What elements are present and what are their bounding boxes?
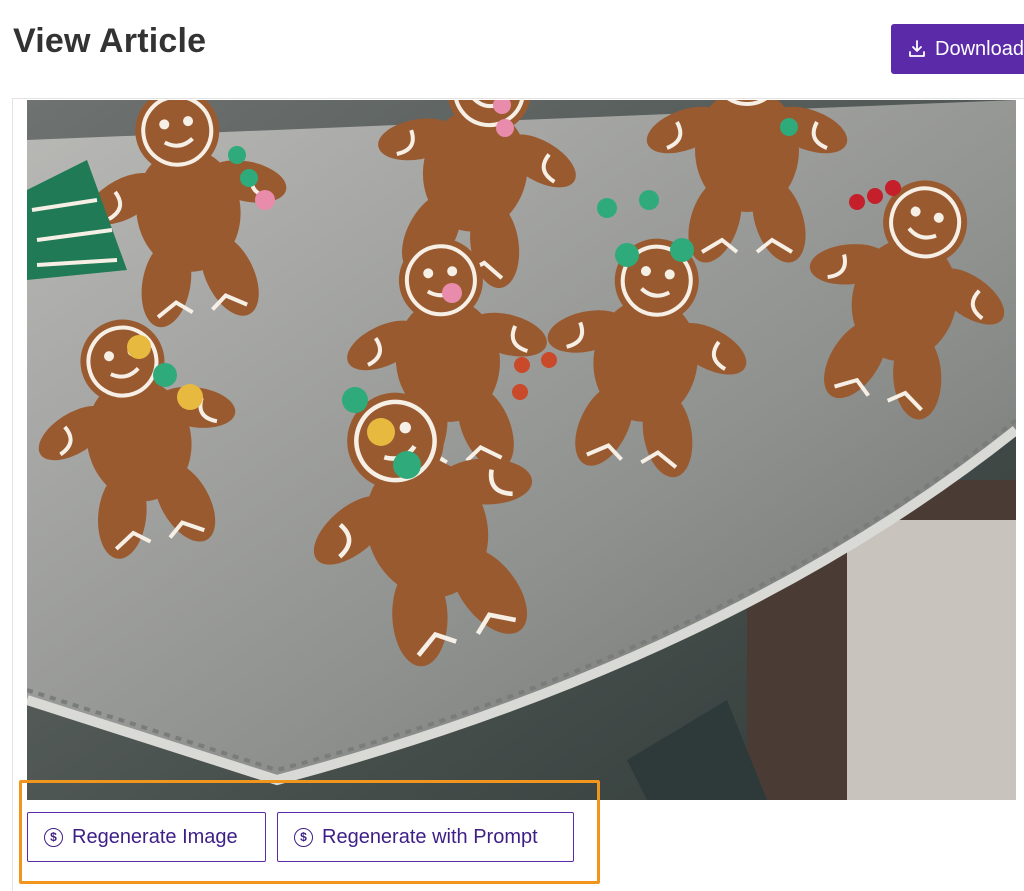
regenerate-image-label: Regenerate Image (72, 825, 238, 848)
coin-icon: $ (294, 827, 313, 847)
regenerate-with-prompt-button[interactable]: $ Regenerate with Prompt (277, 812, 574, 862)
download-icon (909, 40, 925, 57)
regenerate-prompt-label: Regenerate with Prompt (322, 825, 538, 848)
page-title: View Article (13, 22, 207, 60)
article-image (27, 100, 1016, 800)
download-label: Download (935, 37, 1024, 60)
download-button[interactable]: Download (891, 24, 1024, 74)
regenerate-image-button[interactable]: $ Regenerate Image (27, 812, 266, 862)
coin-icon: $ (44, 827, 63, 847)
